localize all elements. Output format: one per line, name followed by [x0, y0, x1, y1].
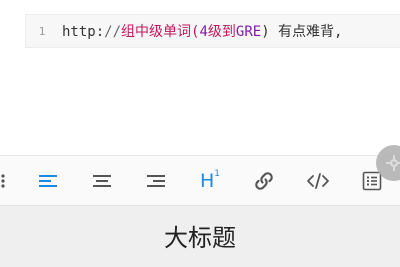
align-right-button[interactable] — [139, 156, 173, 206]
code-block[interactable]: 1 http://组中级单词(4级到GRE) 有点难背, — [25, 14, 400, 48]
link-button[interactable] — [247, 156, 281, 206]
code-token-number: 4 — [199, 24, 208, 40]
code-icon — [307, 173, 329, 189]
heading-style-label: 大标题 — [164, 224, 236, 252]
settings-icon — [386, 155, 400, 171]
code-token-chinese-2: 级到 — [207, 24, 236, 40]
code-token-colon: : — [95, 24, 105, 40]
heading-style-bar[interactable]: 大标题 — [0, 205, 400, 267]
align-right-icon — [147, 175, 165, 187]
heading-level: 1 — [214, 168, 221, 179]
align-left-icon — [39, 175, 57, 187]
code-token-proto: http — [62, 24, 96, 40]
overflow-left-button[interactable] — [0, 156, 20, 206]
heading-icon: H1 — [199, 168, 221, 192]
code-token-rest: ) 有点难背, — [261, 24, 343, 40]
align-center-icon — [93, 175, 111, 187]
link-icon — [255, 172, 273, 190]
code-token-slashes: // — [104, 24, 122, 40]
line-number: 1 — [38, 24, 46, 38]
align-left-button[interactable] — [31, 156, 65, 206]
formatting-toolbar: H1 — [0, 155, 400, 206]
code-token-chinese-1: 组中级单词 — [121, 24, 192, 40]
align-center-button[interactable] — [85, 156, 119, 206]
dots-vertical-icon — [1, 174, 5, 188]
code-line[interactable]: http://组中级单词(4级到GRE) 有点难背, — [58, 21, 342, 41]
heading-label: H — [199, 169, 215, 192]
code-button[interactable] — [301, 156, 335, 206]
heading-button[interactable]: H1 — [193, 156, 227, 206]
code-token-gre: GRE — [235, 24, 262, 40]
